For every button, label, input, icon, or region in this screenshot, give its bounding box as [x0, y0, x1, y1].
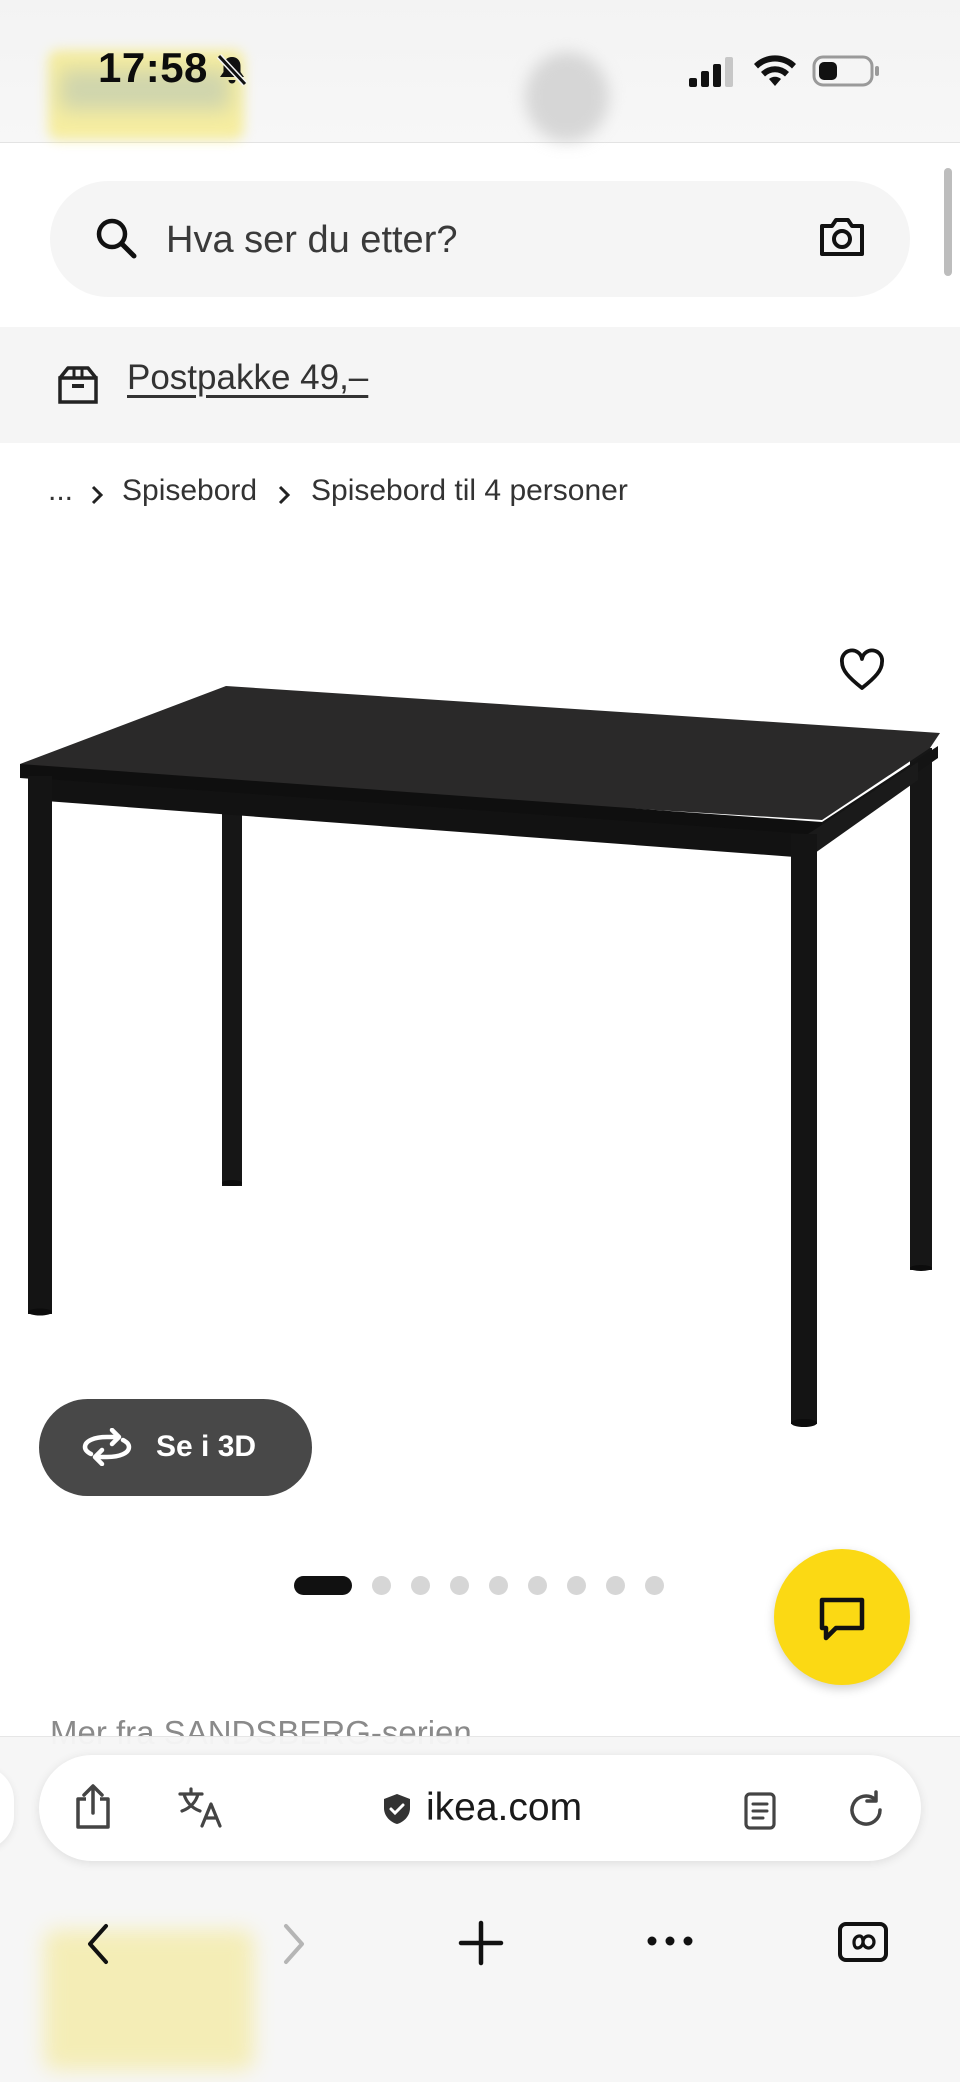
carousel-dot[interactable]: [645, 1576, 664, 1595]
search-input[interactable]: [166, 212, 766, 268]
blurred-background-circle: [525, 52, 609, 142]
shipping-link[interactable]: Postpakke 49,–: [127, 358, 368, 398]
table-leg-foot: [28, 1308, 52, 1316]
signal-icon: [689, 57, 733, 87]
reload-icon[interactable]: [846, 1790, 886, 1830]
scroll-indicator: [944, 168, 952, 276]
table-leg: [222, 806, 242, 1186]
carousel-dot[interactable]: [606, 1576, 625, 1595]
carousel-dot-active[interactable]: [294, 1576, 352, 1595]
chevron-right-icon: [278, 485, 291, 505]
product-image-table[interactable]: [0, 660, 960, 1460]
breadcrumb-ellipsis[interactable]: ...: [48, 474, 73, 508]
table-leg-foot: [910, 1265, 932, 1271]
camera-icon[interactable]: [818, 214, 866, 260]
carousel-dot[interactable]: [372, 1576, 391, 1595]
breadcrumb-item-4-persons[interactable]: Spisebord til 4 personer: [311, 474, 628, 508]
more-icon[interactable]: [646, 1934, 694, 1948]
chat-icon: [819, 1597, 865, 1641]
carousel-dot[interactable]: [489, 1576, 508, 1595]
battery-icon: [812, 55, 879, 87]
tabs-icon[interactable]: [838, 1920, 888, 1964]
table-leg: [791, 834, 817, 1424]
reader-icon[interactable]: [744, 1792, 776, 1830]
wifi-icon: [754, 55, 796, 86]
table-leg-foot: [222, 1180, 242, 1186]
view-3d-label: Se i 3D: [156, 1430, 257, 1463]
status-time: 17:58: [98, 44, 208, 91]
translate-icon[interactable]: [178, 1786, 224, 1828]
forward-icon[interactable]: [280, 1922, 308, 1966]
search-icon: [96, 218, 137, 259]
box-icon: [58, 366, 98, 404]
table-leg: [28, 776, 52, 1314]
shield-lock-icon: [384, 1794, 410, 1824]
table-leg: [910, 748, 932, 1270]
share-icon[interactable]: [72, 1783, 114, 1831]
breadcrumb-item-spisebord[interactable]: Spisebord: [122, 474, 257, 508]
carousel-dot[interactable]: [411, 1576, 430, 1595]
carousel-dot[interactable]: [567, 1576, 586, 1595]
carousel-dot[interactable]: [528, 1576, 547, 1595]
carousel-dot[interactable]: [450, 1576, 469, 1595]
table-leg-foot: [791, 1419, 817, 1427]
heart-icon[interactable]: [838, 648, 886, 692]
bell-muted-icon: [216, 53, 248, 87]
blurred-background-price: [44, 1930, 254, 2070]
url-text[interactable]: ikea.com: [426, 1786, 582, 1830]
rotate-icon: [82, 1428, 132, 1466]
chevron-right-icon: [91, 485, 104, 505]
back-icon[interactable]: [84, 1922, 112, 1966]
plus-icon[interactable]: [458, 1920, 504, 1966]
